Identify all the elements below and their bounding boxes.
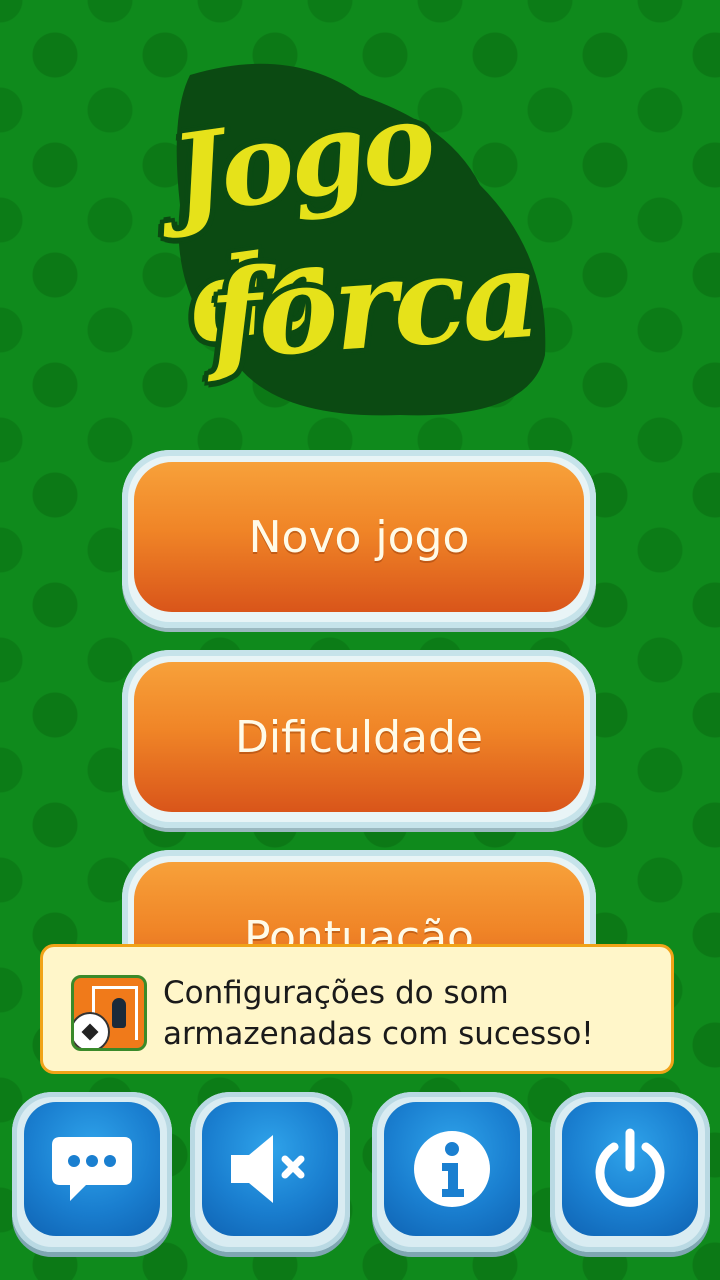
toast-message: Configurações do som armazenadas com suc… [163, 975, 594, 1052]
difficulty-button[interactable]: Dificuldade [122, 650, 596, 828]
logo-text-line-2: forca [205, 223, 541, 388]
app-icon [71, 975, 147, 1051]
power-icon [588, 1127, 672, 1211]
chat-bubble-icon [50, 1131, 134, 1207]
toast-notification: Configurações do som armazenadas com suc… [40, 944, 674, 1074]
info-button[interactable] [372, 1092, 532, 1252]
new-game-label: Novo jogo [248, 511, 470, 563]
person-icon [112, 998, 126, 1028]
chat-button[interactable] [12, 1092, 172, 1252]
sound-muted-icon [225, 1129, 315, 1209]
sound-toggle-button[interactable] [190, 1092, 350, 1252]
difficulty-label: Dificuldade [234, 711, 483, 763]
info-icon [410, 1127, 494, 1211]
app-logo: Jogo da forca [150, 55, 560, 425]
soccer-ball-icon [74, 1012, 110, 1048]
power-button[interactable] [550, 1092, 710, 1252]
new-game-button[interactable]: Novo jogo [122, 450, 596, 628]
